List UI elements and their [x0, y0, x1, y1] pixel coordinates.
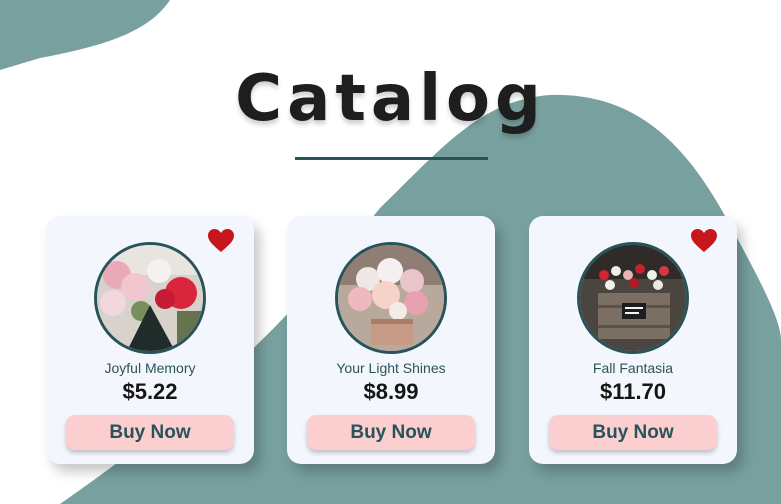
- buy-now-button[interactable]: Buy Now: [307, 415, 475, 450]
- product-price: $11.70: [599, 379, 667, 404]
- product-name: Your Light Shines: [336, 360, 446, 376]
- product-image[interactable]: [94, 242, 206, 354]
- page-title: Catalog: [235, 62, 546, 136]
- product-price: $5.22: [122, 379, 178, 404]
- product-name: Fall Fantasia: [592, 360, 674, 376]
- buy-now-button[interactable]: Buy Now: [66, 415, 234, 450]
- product-image[interactable]: [577, 242, 689, 354]
- product-image[interactable]: [335, 242, 447, 354]
- buy-now-button[interactable]: Buy Now: [549, 415, 717, 450]
- product-name: Joyful Memory: [104, 360, 196, 376]
- title-underline: [295, 157, 488, 160]
- heart-icon[interactable]: [208, 229, 234, 253]
- product-card: Fall Fantasia $11.70 Buy Now: [529, 216, 737, 464]
- product-card: Joyful Memory $5.22 Buy Now: [46, 216, 254, 464]
- heart-icon[interactable]: [691, 229, 717, 253]
- product-price: $8.99: [363, 379, 419, 404]
- product-card: Your Light Shines $8.99 Buy Now: [287, 216, 495, 464]
